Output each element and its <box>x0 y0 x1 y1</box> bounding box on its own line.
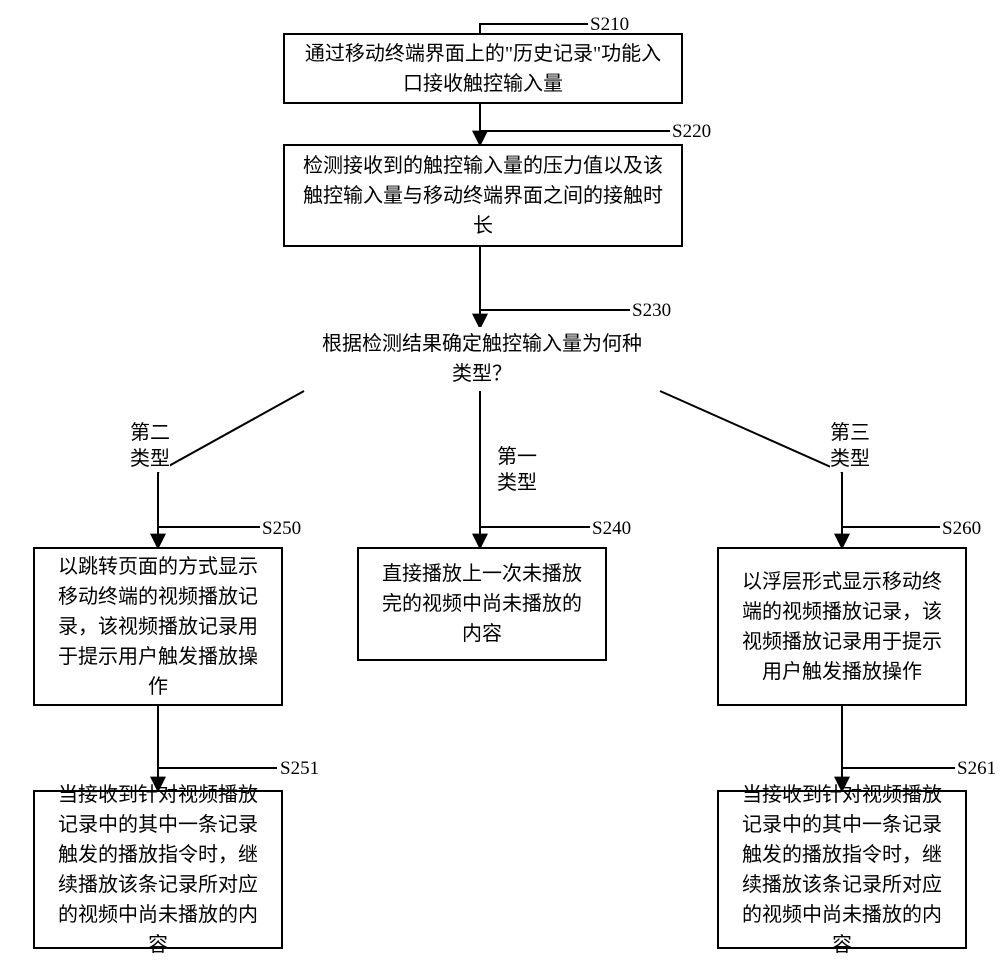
label-s250: S250 <box>262 518 301 540</box>
step-s250: 以跳转页面的方式显示移动终端的视频播放记录，该视频播放记录用于提示用户触发播放操… <box>33 547 283 706</box>
label-s220: S220 <box>672 121 711 143</box>
branch-type3: 第三 类型 <box>830 420 870 472</box>
label-s240: S240 <box>592 518 631 540</box>
step-s261: 当接收到针对视频播放记录中的其中一条记录触发的播放指令时，继续播放该条记录所对应… <box>717 790 967 949</box>
label-s251: S251 <box>280 758 319 780</box>
branch-type2: 第二 类型 <box>130 420 170 472</box>
step-s251: 当接收到针对视频播放记录中的其中一条记录触发的播放指令时，继续播放该条记录所对应… <box>33 790 283 949</box>
step-s230: 根据检测结果确定触控输入量为何种类型？ <box>304 327 660 391</box>
label-s260: S260 <box>942 518 981 540</box>
step-s220: 检测接收到的触控输入量的压力值以及该触控输入量与移动终端界面之间的接触时长 <box>283 144 683 247</box>
branch-type1: 第一 类型 <box>497 444 537 496</box>
step-s260: 以浮层形式显示移动终端的视频播放记录，该视频播放记录用于提示用户触发播放操作 <box>717 547 967 706</box>
step-s240: 直接播放上一次未播放完的视频中尚未播放的内容 <box>357 547 607 661</box>
label-s261: S261 <box>957 758 996 780</box>
step-s210: 通过移动终端界面上的"历史记录"功能入口接收触控输入量 <box>283 33 683 104</box>
label-s230: S230 <box>632 300 671 322</box>
